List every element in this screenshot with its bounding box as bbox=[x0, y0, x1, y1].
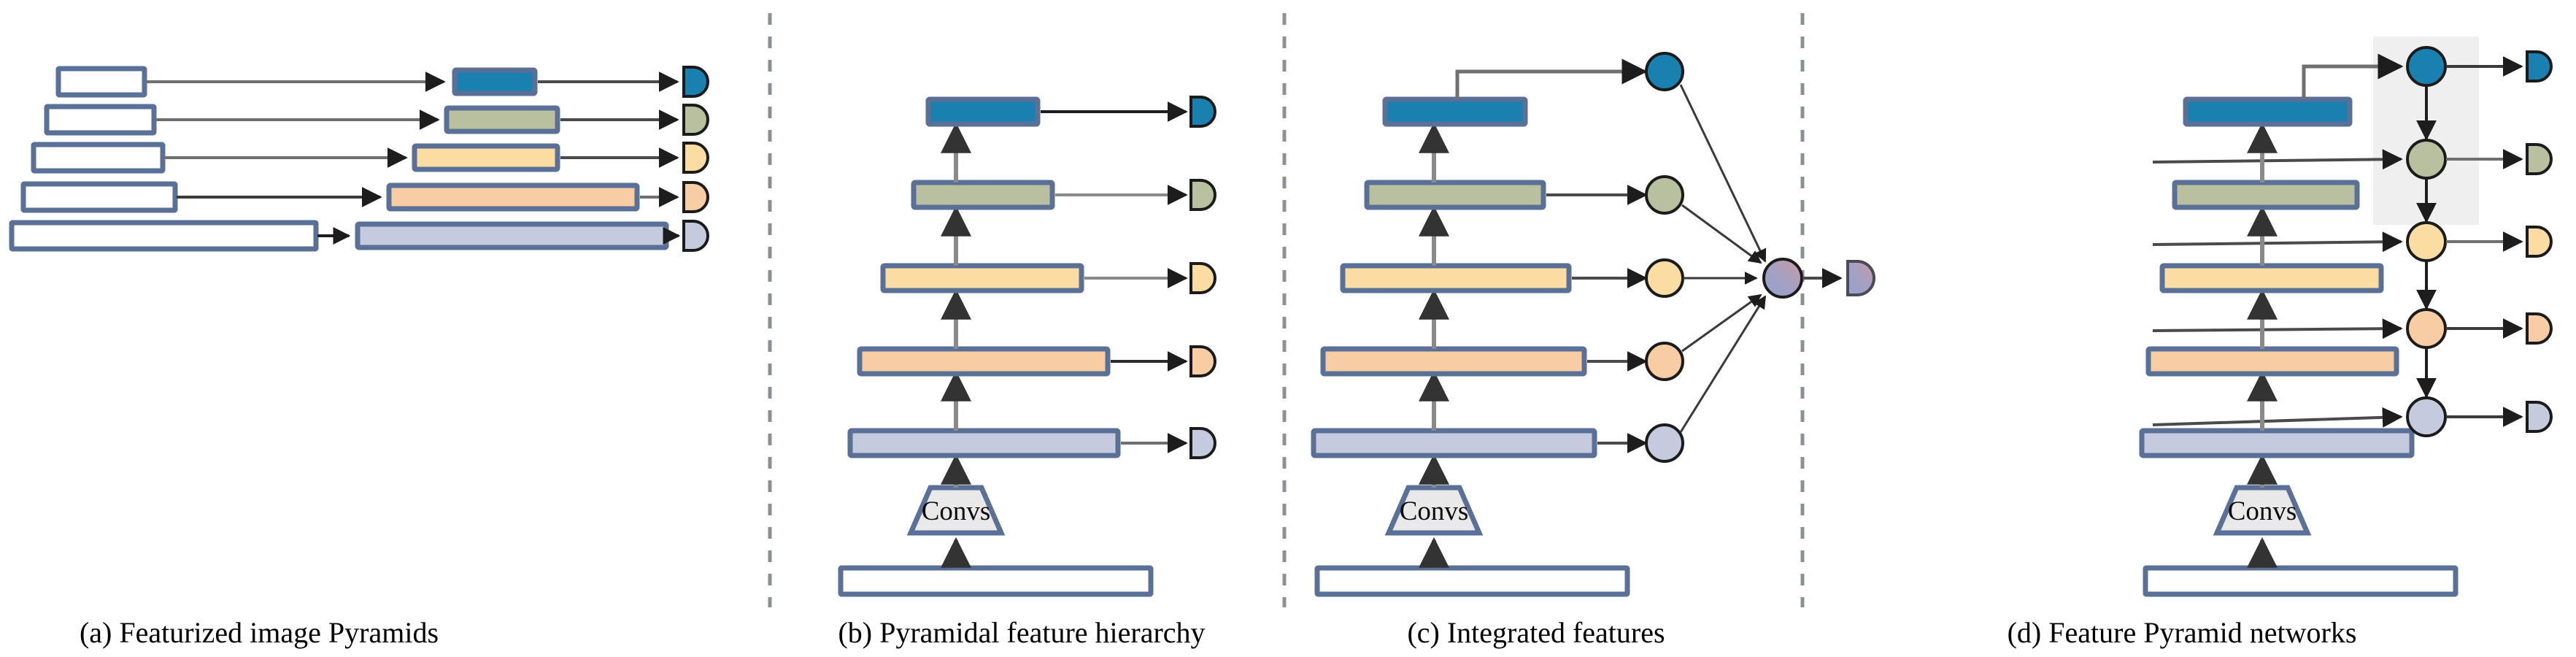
input-image-box bbox=[31, 142, 166, 174]
prediction-marker-blue bbox=[1189, 96, 1216, 128]
feature-block-blue bbox=[925, 96, 1041, 127]
merge-node bbox=[1762, 258, 1803, 299]
prediction-marker-merged bbox=[1846, 260, 1875, 296]
prediction-marker-peach bbox=[2526, 312, 2553, 345]
integration-node-lavender bbox=[1645, 423, 1684, 463]
prediction-marker-lavender bbox=[682, 220, 709, 252]
feature-block-blue bbox=[2183, 96, 2353, 127]
prediction-marker-sage bbox=[1189, 179, 1216, 211]
feature-block-peach bbox=[386, 182, 640, 212]
topdown-node-sage bbox=[2406, 139, 2447, 180]
convs-label: Convs bbox=[922, 496, 991, 526]
panel-a bbox=[9, 66, 709, 252]
prediction-marker-yellow bbox=[682, 142, 709, 174]
panel-c: Convs bbox=[1311, 52, 1875, 597]
caption-d: (d) Feature Pyramid networks bbox=[2008, 616, 2357, 649]
integration-node-yellow bbox=[1645, 258, 1684, 298]
panel-a-row-1 bbox=[55, 66, 709, 98]
panel-a-row-4 bbox=[20, 181, 709, 213]
input-image-box bbox=[20, 181, 178, 213]
lateral-arrow-level3 bbox=[2152, 231, 2403, 253]
figure-root: Convs Convs Convs (a) Featurized image P… bbox=[0, 0, 2576, 657]
prediction-marker-blue bbox=[682, 66, 709, 98]
topdown-node-yellow bbox=[2406, 221, 2447, 262]
panel-d: Convs bbox=[2139, 36, 2553, 597]
integration-node-peach bbox=[1645, 342, 1684, 381]
panel-a-row-2 bbox=[44, 104, 709, 136]
prediction-marker-yellow bbox=[2526, 226, 2553, 258]
prediction-marker-peach bbox=[682, 181, 709, 213]
feature-block-blue bbox=[1382, 96, 1528, 127]
feature-block-lavender bbox=[355, 221, 669, 250]
integration-node-blue bbox=[1645, 52, 1684, 91]
panel-b: Convs bbox=[838, 96, 1216, 597]
lateral-arrow-level4 bbox=[2152, 149, 2403, 170]
feature-block-sage bbox=[2172, 180, 2360, 210]
feature-block-sage bbox=[911, 180, 1055, 210]
feature-block-blue bbox=[452, 67, 538, 96]
input-image-box bbox=[55, 66, 147, 98]
topdown-node-blue bbox=[2406, 46, 2447, 87]
panel-a-row-3 bbox=[31, 142, 709, 174]
feature-block-sage bbox=[444, 105, 560, 134]
feature-block-sage bbox=[1364, 180, 1546, 210]
topdown-node-lavender bbox=[2406, 396, 2447, 437]
lateral-arrow-level2 bbox=[2152, 318, 2403, 339]
feature-block-lavender bbox=[847, 428, 1121, 458]
feature-block-lavender bbox=[2139, 428, 2415, 458]
panel-a-row-5 bbox=[9, 220, 709, 252]
panel-captions: (a) Featurized image Pyramids (b) Pyrami… bbox=[80, 616, 2356, 649]
feature-block-peach bbox=[857, 346, 1111, 377]
input-image-box bbox=[9, 220, 319, 252]
input-image-box bbox=[44, 104, 157, 136]
prediction-marker-blue bbox=[2526, 50, 2553, 82]
prediction-marker-yellow bbox=[1189, 262, 1216, 294]
caption-a: (a) Featurized image Pyramids bbox=[80, 616, 439, 649]
integration-node-sage bbox=[1645, 175, 1684, 215]
feature-block-peach bbox=[2145, 346, 2399, 377]
topdown-node-peach bbox=[2406, 308, 2447, 349]
caption-c: (c) Integrated features bbox=[1407, 616, 1665, 649]
prediction-marker-sage bbox=[2526, 143, 2553, 175]
merge-line-from-lavender bbox=[1679, 295, 1767, 433]
prediction-marker-peach bbox=[1189, 345, 1216, 377]
merge-converging-lines bbox=[1679, 84, 1767, 433]
caption-b: (b) Pyramidal feature hierarchy bbox=[838, 616, 1205, 649]
lateral-arrow-level1 bbox=[2152, 407, 2403, 428]
feature-block-lavender bbox=[1311, 428, 1597, 458]
fpn-comparison-diagram: Convs Convs Convs (a) Featurized image P… bbox=[9, 13, 2553, 649]
prediction-marker-sage bbox=[682, 104, 709, 136]
convs-label: Convs bbox=[2228, 496, 2297, 526]
merge-line-from-sage bbox=[1681, 204, 1762, 264]
base-input-image bbox=[1314, 565, 1630, 597]
convs-label: Convs bbox=[1400, 496, 1469, 526]
elbow-level5-to-node bbox=[1455, 58, 1648, 99]
prediction-marker-lavender bbox=[1189, 427, 1216, 459]
feature-block-yellow bbox=[1340, 263, 1572, 293]
prediction-marker-lavender bbox=[2526, 401, 2553, 433]
feature-block-yellow bbox=[2159, 263, 2384, 293]
base-input-image bbox=[2143, 565, 2459, 597]
base-input-image bbox=[838, 565, 1154, 597]
feature-block-yellow bbox=[880, 263, 1084, 293]
feature-block-yellow bbox=[412, 143, 560, 172]
feature-block-peach bbox=[1320, 346, 1587, 377]
